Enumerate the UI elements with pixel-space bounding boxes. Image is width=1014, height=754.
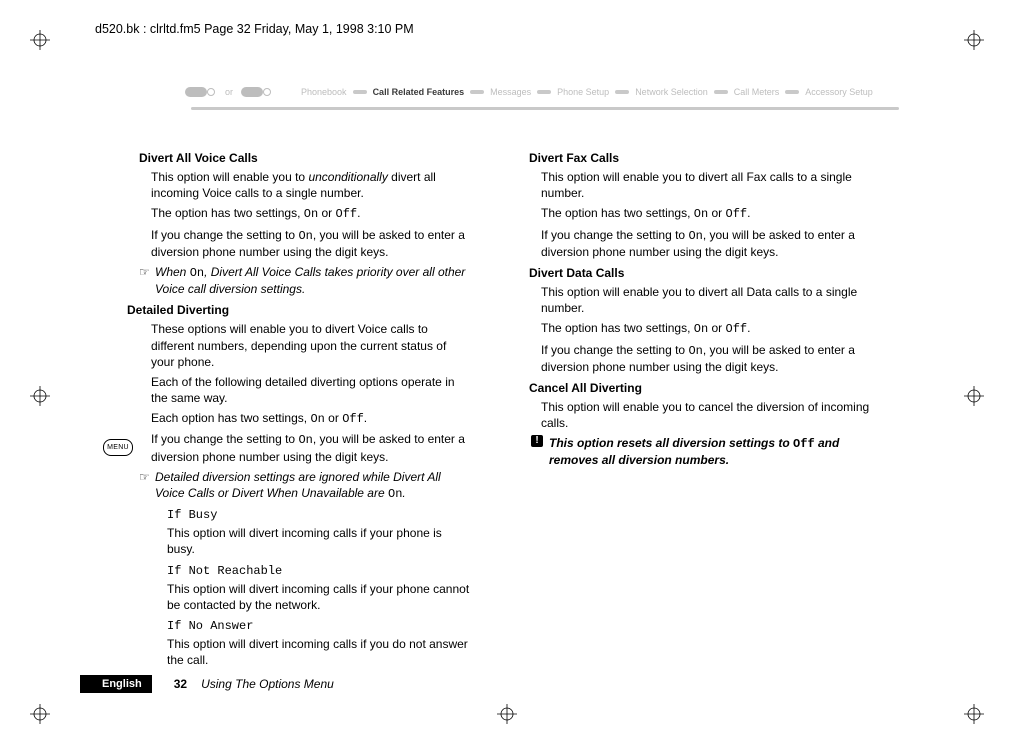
crop-mark — [30, 704, 50, 724]
note-icon: ☞ — [139, 264, 151, 280]
language-tab: English — [80, 675, 152, 693]
warning: ! This option resets all diversion setti… — [531, 435, 873, 468]
menu-phonebook: Phonebook — [297, 87, 351, 97]
framemaker-header: d520.bk : clrltd.fm5 Page 32 Friday, May… — [95, 22, 414, 36]
nav-or: or — [225, 87, 233, 97]
page-footer: English 32 Using The Options Menu — [95, 675, 334, 693]
body-text: If you change the setting to On, you wil… — [541, 227, 873, 260]
menu-messages: Messages — [486, 87, 535, 97]
body-text: If you change the setting to On, you wil… — [151, 227, 471, 260]
body-text: Each option has two settings, On or Off. — [151, 410, 471, 427]
footer-title: Using The Options Menu — [201, 677, 334, 691]
menu-underline — [191, 107, 899, 110]
heading-cancel: Cancel All Diverting — [529, 381, 873, 395]
warning-icon: ! — [531, 435, 543, 447]
body-text: This option will enable you to divert al… — [541, 169, 873, 201]
crop-mark — [964, 704, 984, 724]
body-text: The option has two settings, On or Off. — [541, 320, 873, 337]
body-text: This option will enable you to divert al… — [541, 284, 873, 316]
note-icon: ☞ — [139, 469, 151, 485]
menu-call-related: Call Related Features — [369, 87, 469, 97]
crop-mark — [964, 386, 984, 406]
body-text: This option will divert incoming calls i… — [167, 636, 471, 668]
menu-phone-setup: Phone Setup — [553, 87, 613, 97]
option-if-no-answer: If No Answer — [167, 619, 471, 633]
note: ☞When On, Divert All Voice Calls takes p… — [139, 264, 471, 297]
body-text: If you change the setting to On, you wil… — [541, 342, 873, 375]
body-text: Each of the following detailed diverting… — [151, 374, 471, 406]
heading-divert-all: Divert All Voice Calls — [139, 151, 471, 165]
body-text: If you change the setting to On, you wil… — [151, 431, 471, 464]
option-if-busy: If Busy — [167, 508, 471, 522]
menu-network: Network Selection — [631, 87, 712, 97]
page-number: 32 — [174, 677, 187, 691]
crop-mark — [30, 386, 50, 406]
note: ☞Detailed diversion settings are ignored… — [139, 469, 471, 502]
body-text: The option has two settings, On or Off. — [151, 205, 471, 222]
crop-mark — [30, 30, 50, 50]
menu-navigation: or Phonebook Call Related Features Messa… — [185, 79, 905, 131]
option-if-not-reachable: If Not Reachable — [167, 564, 471, 578]
body-text: This option will enable you to unconditi… — [151, 169, 471, 201]
body-text: The option has two settings, On or Off. — [541, 205, 873, 222]
heading-detailed: Detailed Diverting — [127, 303, 471, 317]
body-text: This option will divert incoming calls i… — [167, 581, 471, 613]
menu-accessory: Accessory Setup — [801, 87, 877, 97]
menu-badge-icon: MENU — [103, 439, 133, 456]
body-text: This option will divert incoming calls i… — [167, 525, 471, 557]
heading-fax: Divert Fax Calls — [529, 151, 873, 165]
body-text: These options will enable you to divert … — [151, 321, 471, 370]
nav-keys-icon: or — [185, 85, 279, 99]
crop-mark — [964, 30, 984, 50]
left-column: Divert All Voice Calls This option will … — [95, 145, 471, 668]
right-column: Divert Fax Calls This option will enable… — [497, 145, 873, 668]
body-text: This option will enable you to cancel th… — [541, 399, 873, 431]
heading-data: Divert Data Calls — [529, 266, 873, 280]
menu-call-meters: Call Meters — [730, 87, 784, 97]
